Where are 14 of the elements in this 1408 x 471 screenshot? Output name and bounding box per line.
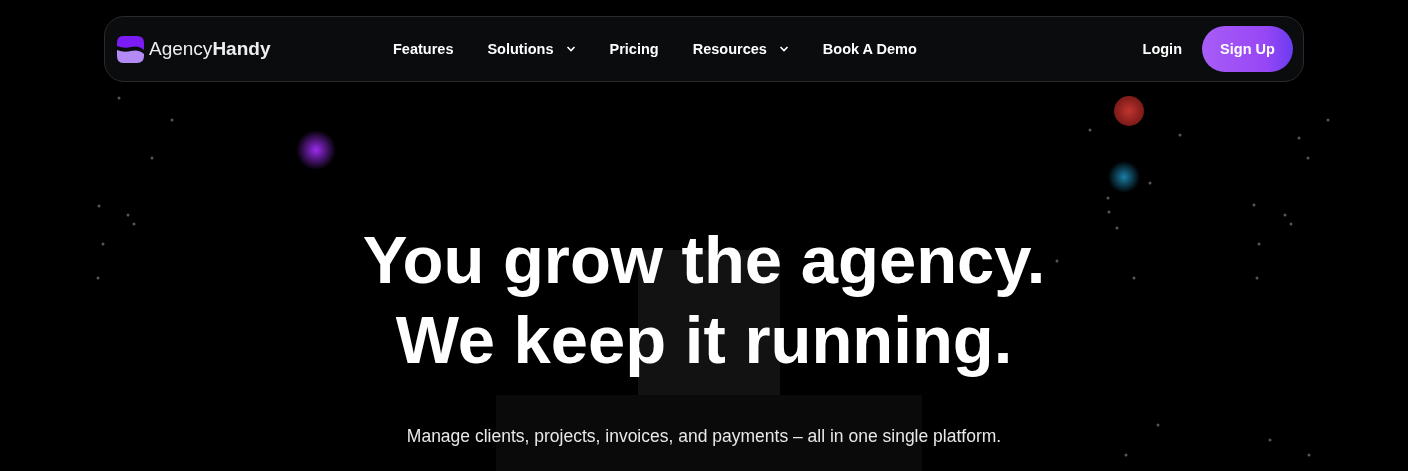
nav-link[interactable]: Pricing bbox=[609, 41, 659, 57]
nav-link[interactable]: Book A Demo bbox=[822, 41, 917, 57]
nav-link[interactable]: Resources bbox=[692, 41, 789, 57]
caret-icon bbox=[565, 46, 576, 52]
headline: You grow the agency. bbox=[362, 221, 1046, 299]
brand-name[interactable]: AgencyHandy bbox=[149, 38, 271, 60]
subtitle: Manage clients, projects, invoices, and payments – all in one single platform. bbox=[406, 426, 1002, 447]
nav-link[interactable]: Features bbox=[393, 41, 454, 57]
logo-icon bbox=[115, 34, 145, 64]
caret-icon bbox=[778, 46, 789, 52]
sign-up-button[interactable]: Sign Up bbox=[1202, 26, 1293, 72]
headline: We keep it running. bbox=[395, 301, 1013, 379]
nav-link[interactable]: Solutions bbox=[487, 41, 576, 57]
login-link[interactable]: Login bbox=[1142, 41, 1182, 57]
